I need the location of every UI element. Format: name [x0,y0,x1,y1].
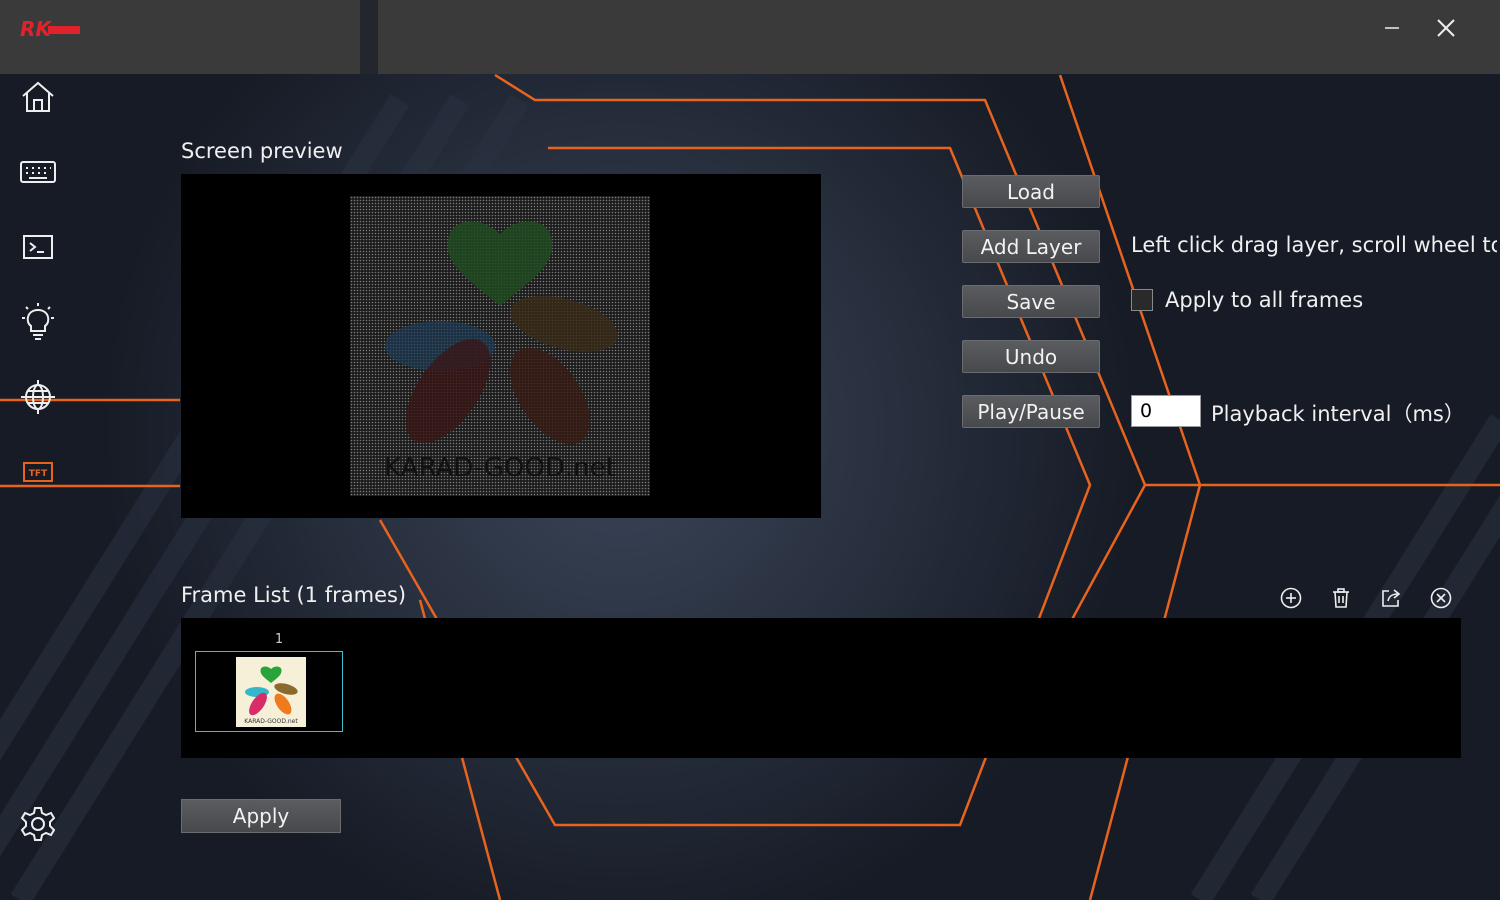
load-button[interactable]: Load [962,175,1100,208]
apply-button[interactable]: Apply [181,799,341,833]
sidebar-item-lighting[interactable] [14,298,62,346]
sidebar-item-network[interactable] [14,373,62,421]
sidebar-item-tft[interactable]: TFT [14,448,62,496]
trash-icon [1333,588,1349,608]
logo: RK [20,17,80,41]
titlebar-divider [360,0,378,74]
minimize-icon [1385,27,1399,29]
export-icon [1382,589,1401,607]
preview-image: KARAD-GOOD.net [350,196,650,496]
close-button[interactable] [1426,10,1466,46]
undo-button[interactable]: Undo [962,340,1100,373]
add-frame-button[interactable] [1278,585,1304,611]
sidebar-item-terminal[interactable] [14,223,62,271]
svg-text:KARAD-GOOD.net: KARAD-GOOD.net [384,453,616,483]
gear-icon [20,807,56,841]
titlebar-left: RK [0,0,360,74]
frame-thumbnail[interactable]: KARAD-GOOD.net [195,651,343,732]
tft-icon: TFT [23,462,53,482]
export-frame-button[interactable] [1378,585,1404,611]
clear-frames-button[interactable] [1428,585,1454,611]
apply-all-frames-checkbox[interactable] [1131,289,1153,311]
close-icon [1437,19,1455,37]
screen-preview-title: Screen preview [181,139,343,163]
playback-interval-input[interactable] [1131,395,1201,427]
titlebar-right [378,0,1500,74]
frame-thumbnail-image: KARAD-GOOD.net [236,657,306,727]
keyboard-icon [20,161,56,183]
terminal-icon [23,235,53,259]
lightbulb-icon [22,303,54,340]
home-icon [22,81,54,112]
globe-icon [21,380,55,414]
save-button[interactable]: Save [962,285,1100,318]
screen-preview[interactable]: KARAD-GOOD.net [181,174,821,518]
close-circle-icon [1430,587,1452,609]
apply-all-frames-label[interactable]: Apply to all frames [1165,288,1363,312]
frame-number: 1 [274,632,284,647]
delete-frame-button[interactable] [1328,585,1354,611]
svg-text:RK: RK [20,17,52,41]
sidebar-item-keyboard[interactable] [14,148,62,196]
playback-interval-label: Playback interval（ms） [1211,402,1465,426]
svg-text:TFT: TFT [29,469,48,479]
sidebar-item-home[interactable] [14,73,62,121]
svg-text:KARAD-GOOD.net: KARAD-GOOD.net [244,718,298,725]
add-layer-button[interactable]: Add Layer [962,230,1100,263]
minimize-button[interactable] [1372,10,1412,46]
settings-button[interactable] [14,800,62,848]
add-icon [1280,587,1302,609]
hint-text: Left click drag layer, scroll wheel to..… [1131,233,1497,257]
frame-list-title: Frame List (1 frames) [181,583,407,607]
play-pause-button[interactable]: Play/Pause [962,395,1100,428]
frame-list-panel: 1 KARAD-GOOD.net [181,618,1461,758]
